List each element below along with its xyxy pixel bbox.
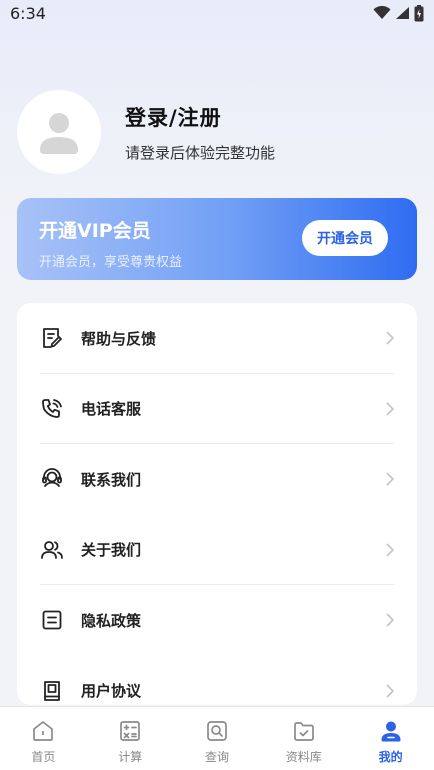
vip-card[interactable]: 开通VIP会员 开通会员，享受尊贵权益 开通会员 (17, 198, 417, 280)
default-avatar-icon (40, 113, 78, 154)
headset-icon (39, 466, 65, 492)
login-subtitle: 请登录后体验完整功能 (125, 143, 276, 162)
bottom-tab-bar: 首页 计算 查询 资料库 我的 (0, 706, 434, 770)
login-header[interactable]: 登录/注册 请登录后体验完整功能 (17, 90, 417, 174)
people-icon (39, 537, 65, 563)
status-time: 6:34 (10, 3, 46, 23)
phone-icon (39, 396, 65, 422)
profile-icon (381, 721, 401, 742)
folder-icon (293, 722, 314, 741)
home-icon (33, 721, 54, 741)
login-register-title[interactable]: 登录/注册 (125, 102, 275, 132)
tab-home[interactable]: 首页 (0, 707, 87, 770)
feedback-icon (39, 325, 65, 351)
chevron-right-icon (386, 472, 395, 486)
menu-item-contact-us[interactable]: 联系我们 (17, 444, 417, 515)
tab-label: 我的 (378, 750, 403, 764)
menu-item-label: 电话客服 (81, 400, 142, 419)
tab-calculate[interactable]: 计算 (87, 707, 174, 770)
menu-item-privacy-policy[interactable]: 隐私政策 (17, 585, 417, 656)
menu-item-user-agreement[interactable]: 用户协议 (17, 656, 417, 706)
chevron-right-icon (386, 402, 395, 416)
tab-label: 首页 (31, 750, 56, 764)
menu-list: 帮助与反馈 电话客服 联系我们 关于我们 隐私政策 用户协议 (17, 303, 417, 705)
menu-item-label: 用户协议 (81, 682, 142, 701)
calculator-icon (120, 721, 141, 741)
menu-item-label: 联系我们 (81, 470, 142, 489)
tab-mine[interactable]: 我的 (347, 707, 434, 770)
chevron-right-icon (386, 613, 395, 627)
chevron-right-icon (386, 543, 395, 557)
chevron-right-icon (386, 684, 395, 698)
search-icon (207, 721, 227, 741)
menu-item-phone-service[interactable]: 电话客服 (17, 374, 417, 444)
status-icons (373, 4, 424, 22)
menu-item-label: 隐私政策 (81, 611, 142, 630)
menu-item-help-feedback[interactable]: 帮助与反馈 (17, 303, 417, 374)
tab-label: 资料库 (285, 750, 322, 764)
open-vip-button[interactable]: 开通会员 (302, 220, 388, 256)
tab-query[interactable]: 查询 (174, 707, 261, 770)
menu-item-label: 关于我们 (81, 541, 142, 560)
menu-item-label: 帮助与反馈 (81, 329, 157, 348)
wifi-icon (373, 6, 391, 19)
chevron-right-icon (386, 331, 395, 345)
tab-label: 计算 (118, 750, 143, 764)
tab-label: 查询 (204, 750, 229, 764)
cellular-icon (396, 7, 409, 19)
status-bar: 6:34 (0, 0, 434, 26)
agreement-icon (39, 678, 65, 704)
battery-icon (414, 4, 424, 21)
tab-library[interactable]: 资料库 (260, 707, 347, 770)
document-icon (39, 607, 65, 633)
avatar[interactable] (17, 90, 101, 174)
menu-item-about-us[interactable]: 关于我们 (17, 515, 417, 585)
